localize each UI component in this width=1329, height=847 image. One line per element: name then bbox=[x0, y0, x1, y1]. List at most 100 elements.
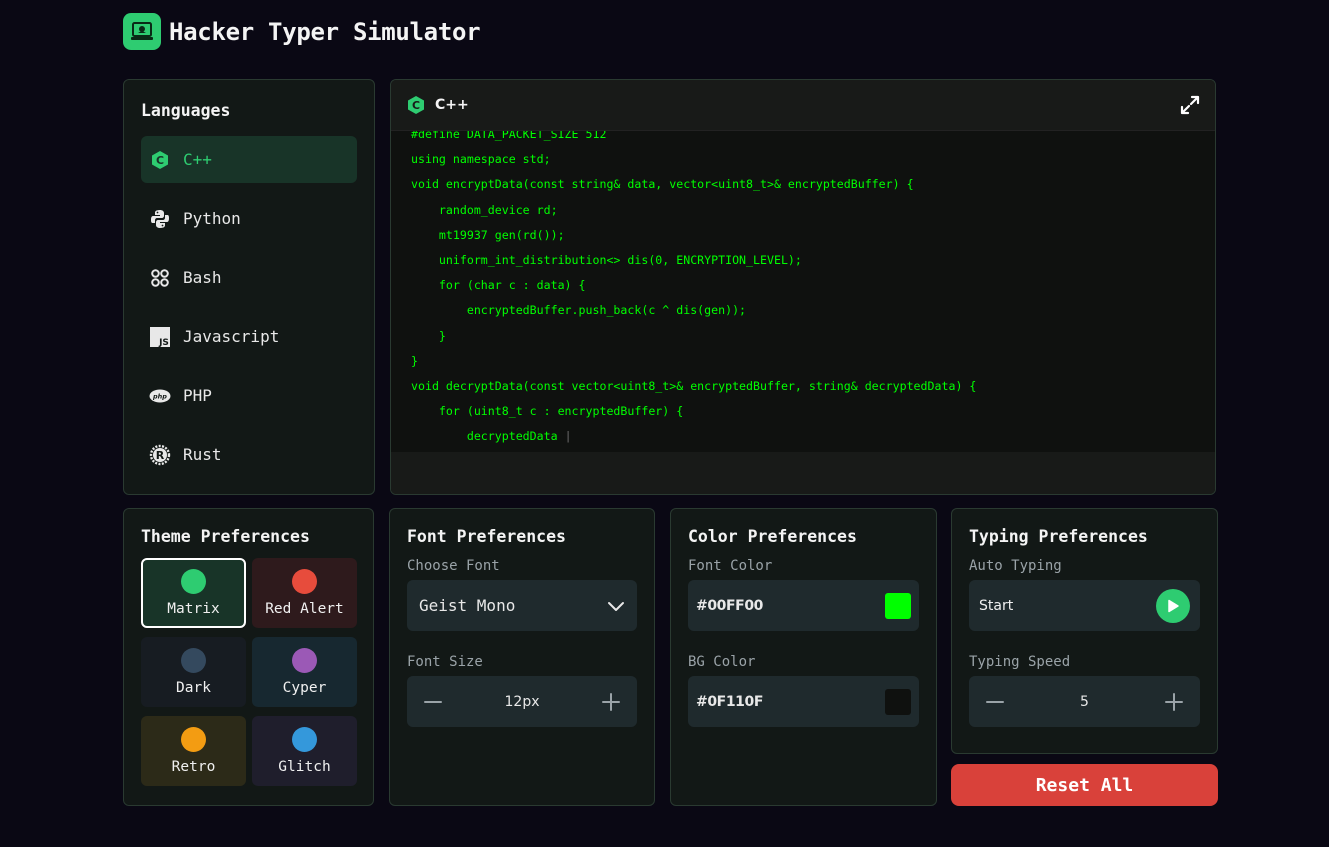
theme-label: Cyper bbox=[282, 680, 327, 696]
app-header: Hacker Typer Simulator bbox=[123, 13, 481, 50]
bg-color-label: BG Color bbox=[688, 654, 756, 670]
theme-color-dot bbox=[181, 648, 206, 673]
theme-option-red-alert[interactable]: Red Alert bbox=[252, 558, 357, 628]
code-line: encryptedBuffer.push_back(c ^ dis(gen)); bbox=[411, 303, 747, 318]
font-color-swatch[interactable] bbox=[885, 592, 911, 619]
theme-label: Red Alert bbox=[265, 601, 344, 617]
svg-text:C: C bbox=[156, 154, 164, 167]
code-line: random_device rd; bbox=[411, 202, 558, 217]
hacker-laptop-icon bbox=[123, 13, 161, 50]
reset-all-button[interactable]: Reset All bbox=[951, 764, 1218, 806]
code-line: mt19937 gen(rd()); bbox=[411, 227, 565, 242]
python-icon bbox=[149, 208, 171, 230]
auto-typing-control: Start bbox=[969, 580, 1200, 631]
code-line: decryptedData | bbox=[411, 429, 572, 444]
typing-speed-label: Typing Speed bbox=[969, 654, 1071, 670]
theme-label: Retro bbox=[171, 759, 216, 775]
language-item-cpp[interactable]: C C++ bbox=[141, 136, 357, 183]
font-size-value: 12px bbox=[504, 693, 540, 710]
choose-font-label: Choose Font bbox=[407, 558, 500, 574]
code-editor-panel: C C++ #define DATA_PACKET_SIZE 512 using … bbox=[390, 79, 1216, 495]
color-preferences-title: Color Preferences bbox=[688, 527, 857, 546]
bg-color-value: #0F110F bbox=[696, 693, 764, 710]
javascript-icon: JS bbox=[149, 326, 171, 348]
svg-text:php: php bbox=[152, 392, 167, 400]
font-size-increase-button[interactable] bbox=[601, 692, 621, 712]
app-title: Hacker Typer Simulator bbox=[169, 17, 481, 46]
theme-color-dot bbox=[292, 727, 317, 752]
theme-color-dot bbox=[292, 648, 317, 673]
theme-color-dot bbox=[292, 569, 317, 594]
theme-label: Glitch bbox=[278, 759, 331, 775]
svg-text:R: R bbox=[156, 449, 165, 462]
code-line: for (char c : data) { bbox=[411, 278, 586, 293]
font-color-value: #00FF00 bbox=[696, 597, 764, 614]
auto-typing-status: Start bbox=[979, 597, 1014, 614]
code-line: void encryptData(const string& data, vec… bbox=[411, 177, 914, 192]
typing-speed-decrease-button[interactable] bbox=[985, 692, 1005, 712]
font-color-picker[interactable]: #00FF00 bbox=[688, 580, 919, 631]
theme-preferences-panel: Theme Preferences Matrix Red Alert Dark Cyp… bbox=[123, 508, 374, 806]
svg-text:C: C bbox=[412, 99, 420, 112]
bash-icon bbox=[149, 267, 171, 289]
minus-icon bbox=[986, 700, 1004, 703]
theme-option-dark[interactable]: Dark bbox=[141, 637, 246, 707]
language-item-rust[interactable]: R Rust bbox=[141, 431, 357, 478]
typing-preferences-panel: Typing Preferences Auto Typing Start Typ… bbox=[951, 508, 1218, 754]
theme-preferences-title: Theme Preferences bbox=[141, 527, 310, 546]
cpp-icon: C bbox=[149, 149, 171, 171]
bg-color-picker[interactable]: #0F110F bbox=[688, 676, 919, 727]
language-label: PHP bbox=[183, 386, 212, 405]
theme-label: Matrix bbox=[167, 601, 220, 617]
text-cursor: | bbox=[564, 429, 572, 444]
code-line: for (uint8_t c : encryptedBuffer) { bbox=[411, 404, 684, 419]
auto-typing-label: Auto Typing bbox=[969, 558, 1062, 574]
languages-panel: Languages C C++ Python Bash JS Javascrip… bbox=[123, 79, 375, 495]
editor-header: C C++ bbox=[391, 80, 1215, 131]
code-line: uniform_int_distribution<> dis(0, ENCRYP… bbox=[411, 252, 802, 267]
start-typing-button[interactable] bbox=[1156, 588, 1190, 623]
typing-preferences-title: Typing Preferences bbox=[969, 527, 1148, 546]
font-preferences-panel: Font Preferences Choose Font Geist Mono … bbox=[389, 508, 655, 806]
font-select-value: Geist Mono bbox=[419, 596, 516, 615]
code-line: } bbox=[411, 353, 418, 368]
theme-option-matrix[interactable]: Matrix bbox=[141, 558, 246, 628]
theme-color-dot bbox=[181, 569, 206, 594]
minus-icon bbox=[424, 700, 442, 703]
color-preferences-panel: Color Preferences Font Color #00FF00 BG … bbox=[670, 508, 937, 806]
code-line: void decryptData(const vector<uint8_t>& … bbox=[411, 378, 977, 393]
code-line: #define DATA_PACKET_SIZE 512 bbox=[411, 131, 607, 141]
font-color-label: Font Color bbox=[688, 558, 773, 574]
font-size-decrease-button[interactable] bbox=[423, 692, 443, 712]
plus-icon bbox=[1164, 692, 1183, 711]
svg-text:JS: JS bbox=[158, 338, 169, 347]
theme-option-cyper[interactable]: Cyper bbox=[252, 637, 357, 707]
font-select[interactable]: Geist Mono bbox=[407, 580, 637, 631]
theme-label: Dark bbox=[176, 680, 211, 696]
theme-option-glitch[interactable]: Glitch bbox=[252, 716, 357, 786]
language-item-bash[interactable]: Bash bbox=[141, 254, 357, 301]
code-line: } bbox=[411, 328, 446, 343]
language-item-javascript[interactable]: JS Javascript bbox=[141, 313, 357, 360]
code-output[interactable]: #define DATA_PACKET_SIZE 512 using namesp… bbox=[391, 131, 1215, 452]
language-item-php[interactable]: php PHP bbox=[141, 372, 357, 419]
plus-icon bbox=[602, 692, 620, 711]
language-label: Bash bbox=[183, 268, 222, 287]
typing-speed-value: 5 bbox=[1080, 693, 1089, 710]
typing-speed-stepper: 5 bbox=[969, 676, 1200, 727]
font-preferences-title: Font Preferences bbox=[407, 527, 566, 546]
editor-language-label: C++ bbox=[435, 97, 469, 113]
font-size-label: Font Size bbox=[407, 654, 483, 670]
language-label: Python bbox=[183, 209, 241, 228]
php-icon: php bbox=[149, 385, 171, 407]
languages-list: C C++ Python Bash JS Javascript php PHP … bbox=[141, 136, 357, 490]
chevron-down-icon bbox=[608, 601, 624, 611]
language-item-python[interactable]: Python bbox=[141, 195, 357, 242]
editor-footer bbox=[391, 452, 1215, 494]
theme-option-retro[interactable]: Retro bbox=[141, 716, 246, 786]
languages-title: Languages bbox=[141, 101, 231, 120]
language-label: Javascript bbox=[183, 327, 280, 346]
bg-color-swatch[interactable] bbox=[885, 688, 911, 715]
typing-speed-increase-button[interactable] bbox=[1164, 692, 1184, 712]
fullscreen-button[interactable] bbox=[1179, 94, 1201, 116]
